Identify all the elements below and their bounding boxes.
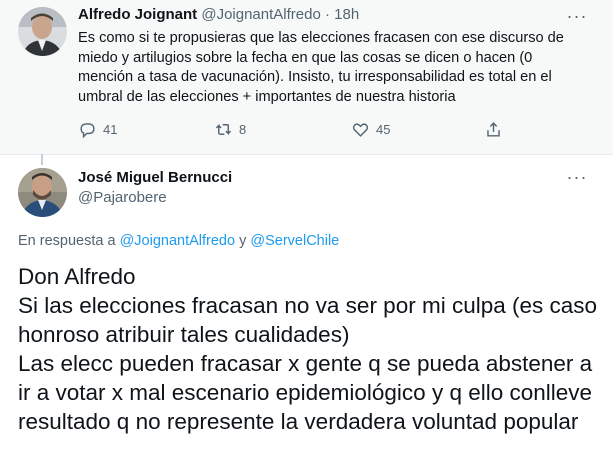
- replying-joiner: y: [239, 233, 247, 249]
- replying-to: En respuesta a @JoignantAlfredo y @Serve…: [18, 233, 339, 249]
- tweet-text: Don Alfredo Si las elecciones fracasan n…: [18, 264, 598, 434]
- mention-link[interactable]: @ServelChile: [250, 233, 339, 249]
- thread-line: [41, 154, 43, 165]
- share-button[interactable]: [484, 120, 503, 139]
- avatar[interactable]: [18, 168, 67, 217]
- dot-separator: ·: [324, 6, 330, 23]
- replying-prefix: En respuesta a: [18, 233, 116, 249]
- retweet-button[interactable]: 8: [214, 120, 246, 139]
- mention-link[interactable]: @JoignantAlfredo: [120, 233, 235, 249]
- author-name[interactable]: Alfredo Joignant: [78, 6, 197, 23]
- like-count: 45: [376, 122, 391, 137]
- avatar[interactable]: [18, 7, 67, 56]
- retweet-count: 8: [239, 122, 247, 137]
- like-button[interactable]: 45: [351, 120, 390, 139]
- retweet-icon: [215, 123, 232, 136]
- author-handle[interactable]: @JoignantAlfredo: [201, 6, 320, 23]
- comment-icon: [80, 123, 95, 139]
- tweet-header: Alfredo Joignant @JoignantAlfredo · 18h: [78, 6, 359, 23]
- parent-tweet[interactable]: Alfredo Joignant @JoignantAlfredo · 18h …: [0, 0, 613, 155]
- author-handle[interactable]: @Pajarobere: [78, 189, 167, 206]
- tweet-time[interactable]: 18h: [334, 6, 359, 23]
- author-name[interactable]: José Miguel Bernucci: [78, 169, 232, 186]
- tweet-actions: 41 8 45: [78, 120, 508, 142]
- heart-icon: [352, 123, 369, 137]
- more-options-icon[interactable]: ···: [566, 166, 588, 188]
- reply-count: 41: [103, 122, 118, 137]
- reply-button[interactable]: 41: [78, 120, 117, 139]
- share-icon: [487, 122, 500, 137]
- more-options-icon[interactable]: ···: [566, 5, 588, 27]
- tweet-text: Es como si te propusieras que las elecci…: [78, 30, 564, 105]
